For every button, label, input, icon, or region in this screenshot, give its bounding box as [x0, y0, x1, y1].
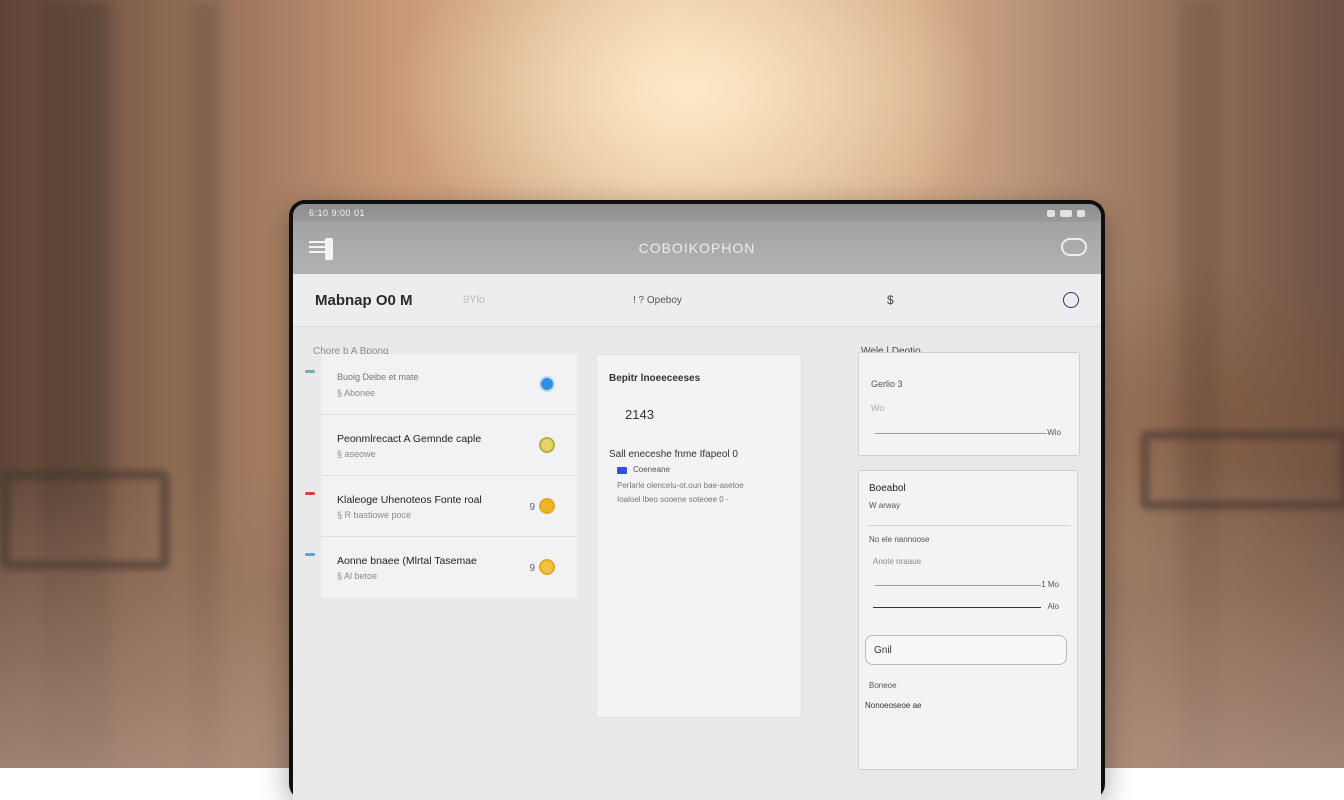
list-item[interactable]: Klaleoge Uhenoteos Fonte roal § R bastio… [305, 476, 577, 537]
list-item[interactable]: Buoig Deibe et mate § Abonee [305, 354, 577, 415]
summary-hint: Wo [871, 403, 885, 413]
header-faint-text: 9Ylo [463, 294, 486, 306]
summary-rule [875, 433, 1047, 434]
tag-label: Coeneane [633, 465, 670, 474]
summary-value: Wio [1047, 428, 1061, 437]
list-item-count: 9 [529, 502, 535, 513]
settings-footer-value: Nonoeoseoe ae [865, 701, 922, 710]
accent-dot [305, 370, 315, 373]
list-item-title: Buoig Deibe et mate [337, 372, 419, 382]
status-time: 6:10 9:00 01 [309, 208, 366, 218]
list-item-subtitle: § Al betoe [337, 571, 378, 581]
settings-row-label: Anote nraaue [873, 557, 922, 566]
status-bar: 6:10 9:00 01 [293, 204, 1101, 222]
settings-subtitle: W arway [869, 501, 901, 510]
page-title: Mabnap O0 M [315, 291, 413, 309]
status-badge [539, 376, 555, 392]
dollar-icon[interactable]: $ [887, 293, 894, 307]
divider [867, 525, 1071, 526]
slider-track[interactable] [873, 607, 1041, 608]
list-item[interactable]: Peonmlrecact A Gemnde caple § aseowe [321, 415, 577, 476]
accent-dot [305, 553, 315, 556]
accent-dot [305, 492, 315, 495]
list-item-subtitle: § Abonee [337, 388, 376, 398]
link-icon [1047, 209, 1055, 217]
tablet-screen: 6:10 9:00 01 COBOIKOPHON Mabnap O0 M 9Yl… [293, 204, 1101, 800]
profile-icon[interactable] [1061, 238, 1087, 256]
summary-card[interactable]: Gerlio 3 Wo Wio [858, 352, 1080, 456]
settings-footer-label: Boneoe [869, 681, 897, 690]
list-item-title: Aonne bnaee (Mlrtal Tasemae [337, 555, 477, 567]
background-chair [0, 470, 170, 570]
settings-title: Boeabol [869, 483, 906, 494]
status-badge [539, 437, 555, 453]
list-item-count: 9 [529, 563, 535, 574]
slider-track[interactable] [875, 585, 1041, 586]
list-item[interactable]: Aonne bnaee (Mlrtal Tasemae § Al betoe 9 [305, 537, 577, 598]
detail-subheading: Sall eneceshe fnme Ifapeol 0 [609, 449, 738, 460]
summary-label: Gerlio 3 [871, 379, 903, 389]
battery-icon [1077, 209, 1085, 217]
settings-input[interactable]: Gnil [865, 635, 1067, 665]
background-table [1140, 430, 1344, 510]
tag-icon [617, 467, 627, 474]
app-title: COBOIKOPHON [638, 240, 756, 256]
status-badge [539, 498, 555, 514]
detail-line: Ioaloel lbeo sooene soteoee 0 - [617, 495, 729, 504]
list-item-title: Klaleoge Uhenoteos Fonte roal [337, 494, 482, 506]
detail-heading: Bepitr lnoeeceeses [609, 373, 701, 384]
slider-value: Alo [1047, 602, 1059, 611]
list-item-title: Peonmlrecact A Gemnde caple [337, 433, 482, 445]
header-filter-link[interactable]: ! ? Opeboy [633, 295, 682, 306]
task-list: Buoig Deibe et mate § Abonee Peonmlrecac… [305, 354, 577, 598]
list-item-subtitle: § R bastiowe poce [337, 510, 412, 520]
wifi-icon [1060, 209, 1072, 217]
detail-number: 2143 [625, 407, 654, 422]
system-icons [1047, 209, 1085, 217]
tablet-device: 6:10 9:00 01 COBOIKOPHON Mabnap O0 M 9Yl… [289, 200, 1105, 800]
status-badge [539, 559, 555, 575]
app-bar: COBOIKOPHON [293, 222, 1101, 274]
menu-icon[interactable] [309, 238, 333, 260]
clock-icon[interactable] [1063, 292, 1079, 308]
detail-line: Perlarle olencelu-ot.oun bae-asetoe [617, 481, 744, 490]
input-label: Gnil [874, 645, 892, 656]
settings-row-label: No ele nannoose [869, 535, 930, 544]
slider-value: 1 Mo [1041, 580, 1059, 589]
page-header: Mabnap O0 M 9Ylo ! ? Opeboy $ [293, 274, 1101, 327]
detail-panel: Bepitr lnoeeceeses 2143 Sall eneceshe fn… [596, 354, 802, 718]
list-item-subtitle: § aseowe [337, 449, 376, 459]
settings-card: Boeabol W arway No ele nannoose Anote nr… [858, 470, 1078, 770]
